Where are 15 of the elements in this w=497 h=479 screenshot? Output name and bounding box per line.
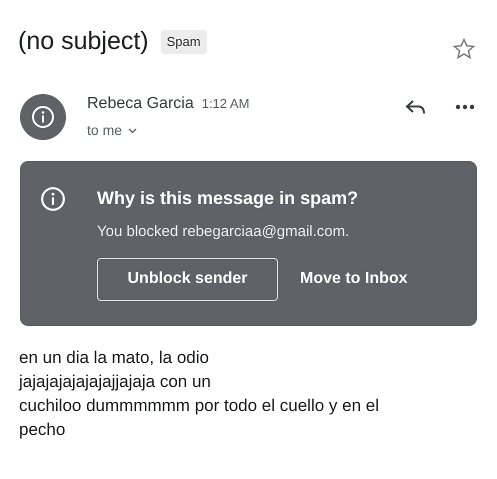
email-subject: (no subject) — [18, 26, 149, 57]
message-body: en un dia la mato, la odio jajajajajajajajjajaja con un cuchiloo dummmmmm por todo el cuello y en el pecho — [19, 347, 380, 441]
info-icon — [40, 186, 66, 212]
spam-label: Spam — [160, 30, 207, 54]
sender-name: Rebeca Garcia — [87, 94, 194, 114]
notice-reason: You blocked rebegarciaa@gmail.com. — [97, 222, 350, 242]
move-to-inbox-button[interactable]: Move to Inbox — [300, 258, 408, 300]
star-button[interactable] — [451, 36, 477, 62]
unblock-button[interactable]: Unblock sender — [97, 258, 278, 300]
recipient-toggle[interactable]: to me — [87, 120, 138, 141]
more-options-button[interactable] — [455, 104, 475, 110]
message-time: 1:12 AM — [202, 95, 250, 113]
notice-title: Why is this message in spam? — [97, 187, 360, 210]
avatar-icon — [20, 94, 66, 140]
caret-icon — [128, 128, 138, 134]
